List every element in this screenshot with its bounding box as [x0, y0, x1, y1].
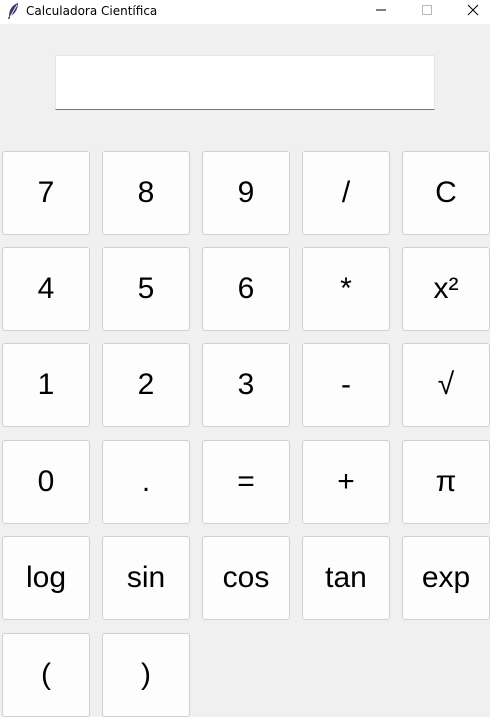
tan-button[interactable]: tan — [302, 536, 390, 620]
divide-button[interactable]: / — [302, 151, 390, 235]
digit-3-button[interactable]: 3 — [202, 343, 290, 427]
feather-icon — [6, 2, 20, 20]
open-paren-button[interactable]: ( — [2, 633, 90, 717]
decimal-point-button[interactable]: . — [102, 440, 190, 524]
digit-6-button[interactable]: 6 — [202, 247, 290, 331]
display-field[interactable] — [55, 55, 435, 110]
pi-button[interactable]: π — [402, 440, 490, 524]
title-bar[interactable]: Calculadora Científica — [0, 0, 490, 24]
equals-button[interactable]: = — [202, 440, 290, 524]
maximize-button[interactable] — [404, 0, 450, 24]
maximize-icon — [421, 3, 433, 21]
close-icon — [467, 3, 479, 21]
cos-button[interactable]: cos — [202, 536, 290, 620]
square-button[interactable]: x² — [402, 247, 490, 331]
window-title: Calculadora Científica — [26, 4, 158, 18]
digit-7-button[interactable]: 7 — [2, 151, 90, 235]
exp-button[interactable]: exp — [402, 536, 490, 620]
digit-4-button[interactable]: 4 — [2, 247, 90, 331]
multiply-button[interactable]: * — [302, 247, 390, 331]
digit-2-button[interactable]: 2 — [102, 343, 190, 427]
digit-0-button[interactable]: 0 — [2, 440, 90, 524]
log-button[interactable]: log — [2, 536, 90, 620]
close-button[interactable] — [450, 0, 490, 24]
sqrt-button[interactable]: √ — [402, 343, 490, 427]
clear-button[interactable]: C — [402, 151, 490, 235]
subtract-button[interactable]: - — [302, 343, 390, 427]
minimize-button[interactable] — [358, 0, 404, 24]
digit-9-button[interactable]: 9 — [202, 151, 290, 235]
sin-button[interactable]: sin — [102, 536, 190, 620]
add-button[interactable]: + — [302, 440, 390, 524]
close-paren-button[interactable]: ) — [102, 633, 190, 717]
digit-1-button[interactable]: 1 — [2, 343, 90, 427]
digit-8-button[interactable]: 8 — [102, 151, 190, 235]
calculator-window: Calculadora Científica 7 8 9 / C 4 5 6 *… — [0, 0, 490, 717]
digit-5-button[interactable]: 5 — [102, 247, 190, 331]
minimize-icon — [375, 3, 387, 21]
